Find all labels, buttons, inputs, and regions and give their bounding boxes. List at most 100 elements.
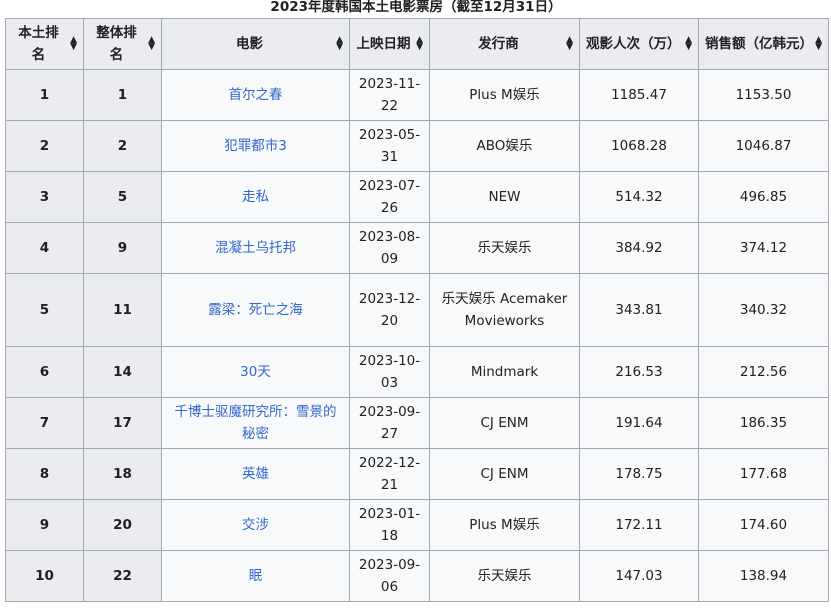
overall-rank: 5 [83,171,162,223]
admissions: 384.92 [579,222,699,274]
sort-icon[interactable]: ▲ ▼ [336,36,343,52]
admissions: 1068.28 [579,120,699,172]
domestic-rank: 7 [5,397,84,449]
domestic-rank: 4 [5,222,84,274]
distributor: NEW [429,171,580,223]
sales: 186.35 [698,397,829,449]
film-link[interactable]: 交涉 [242,517,269,533]
table-row: 5 11 露梁：死亡之海 2023-12-20 乐天娱乐 Acemaker Mo… [5,273,829,347]
header-label: 本土排名 [18,25,59,63]
overall-rank: 18 [83,448,162,500]
release-date: 2023-09-06 [349,550,430,602]
header-label: 整体排名 [96,25,137,63]
admissions: 178.75 [579,448,699,500]
sort-icon[interactable]: ▲ ▼ [148,36,155,52]
header-label: 上映日期 [356,36,411,52]
overall-rank: 14 [83,346,162,398]
film-link[interactable]: 露梁：死亡之海 [208,302,303,318]
table-caption: 2023年度韩国本土电影票房（截至12月31日） [270,0,562,15]
distributor: ABO娱乐 [429,120,580,172]
sales: 1153.50 [698,69,829,121]
header-label: 观影人次（万） [586,36,681,52]
admissions: 343.81 [579,273,699,347]
header-label: 发行商 [478,36,519,52]
film-link[interactable]: 英雄 [242,466,269,482]
column-header[interactable]: 销售额（亿韩元） ▲ ▼ [698,18,829,70]
release-date: 2023-08-09 [349,222,430,274]
admissions: 514.32 [579,171,699,223]
distributor: Plus M娱乐 [429,69,580,121]
column-header[interactable]: 上映日期 ▲ ▼ [349,18,430,70]
release-date: 2023-10-03 [349,346,430,398]
table-row: 2 2 犯罪都市3 2023-05-31 ABO娱乐 1068.28 1046.… [5,120,829,172]
admissions: 147.03 [579,550,699,602]
sales: 1046.87 [698,120,829,172]
table-row: 9 20 交涉 2023-01-18 Plus M娱乐 172.11 174.6… [5,499,829,551]
film-link[interactable]: 首尔之春 [229,87,283,103]
box-office-table: 本土排名 ▲ ▼ 整体排名 ▲ ▼ 电影 ▲ ▼ 上映日期 ▲ ▼ 发行商 ▲ ▼ 观影人次（万） ▲ ▼ 销售额（… [5,18,829,602]
domestic-rank: 3 [5,171,84,223]
domestic-rank: 9 [5,499,84,551]
sales: 174.60 [698,499,829,551]
overall-rank: 9 [83,222,162,274]
overall-rank: 1 [83,69,162,121]
column-header[interactable]: 观影人次（万） ▲ ▼ [579,18,699,70]
distributor: Plus M娱乐 [429,499,580,551]
distributor: 乐天娱乐 [429,550,580,602]
table-row: 6 14 30天 2023-10-03 Mindmark 216.53 212.… [5,346,829,398]
film-link[interactable]: 千博士驱魔研究所：雪景的秘密 [175,404,337,442]
distributor: CJ ENM [429,448,580,500]
table-row: 4 9 混凝土乌托邦 2023-08-09 乐天娱乐 384.92 374.12 [5,222,829,274]
distributor: Mindmark [429,346,580,398]
sort-icon[interactable]: ▲ ▼ [566,36,573,52]
release-date: 2023-09-27 [349,397,430,449]
sales: 138.94 [698,550,829,602]
overall-rank: 11 [83,273,162,347]
distributor: CJ ENM [429,397,580,449]
film-link[interactable]: 混凝土乌托邦 [215,240,296,256]
release-date: 2023-07-26 [349,171,430,223]
overall-rank: 2 [83,120,162,172]
admissions: 191.64 [579,397,699,449]
distributor: 乐天娱乐 Acemaker Movieworks [429,273,580,347]
film-link[interactable]: 30天 [240,364,271,380]
sort-icon[interactable]: ▲ ▼ [70,36,77,52]
domestic-rank: 5 [5,273,84,347]
column-header[interactable]: 电影 ▲ ▼ [161,18,350,70]
admissions: 172.11 [579,499,699,551]
sort-icon[interactable]: ▲ ▼ [815,36,822,52]
admissions: 216.53 [579,346,699,398]
column-header[interactable]: 整体排名 ▲ ▼ [83,18,162,70]
table-row: 3 5 走私 2023-07-26 NEW 514.32 496.85 [5,171,829,223]
release-date: 2023-05-31 [349,120,430,172]
domestic-rank: 8 [5,448,84,500]
release-date: 2023-12-20 [349,273,430,347]
release-date: 2023-11-22 [349,69,430,121]
sort-icon[interactable]: ▲ ▼ [685,36,692,52]
sales: 177.68 [698,448,829,500]
header-label: 销售额（亿韩元） [705,36,813,52]
film-link[interactable]: 眠 [249,568,263,584]
admissions: 1185.47 [579,69,699,121]
overall-rank: 22 [83,550,162,602]
column-header[interactable]: 本土排名 ▲ ▼ [5,18,84,70]
sort-icon[interactable]: ▲ ▼ [416,36,423,52]
table-row: 1 1 首尔之春 2023-11-22 Plus M娱乐 1185.47 115… [5,69,829,121]
film-link[interactable]: 犯罪都市3 [224,138,287,154]
release-date: 2022-12-21 [349,448,430,500]
table-row: 10 22 眠 2023-09-06 乐天娱乐 147.03 138.94 [5,550,829,602]
domestic-rank: 6 [5,346,84,398]
domestic-rank: 1 [5,69,84,121]
table-row: 8 18 英雄 2022-12-21 CJ ENM 178.75 177.68 [5,448,829,500]
domestic-rank: 2 [5,120,84,172]
sales: 496.85 [698,171,829,223]
column-header[interactable]: 发行商 ▲ ▼ [429,18,580,70]
header-label: 电影 [236,36,263,52]
distributor: 乐天娱乐 [429,222,580,274]
domestic-rank: 10 [5,550,84,602]
film-link[interactable]: 走私 [242,189,269,205]
sales: 374.12 [698,222,829,274]
overall-rank: 17 [83,397,162,449]
release-date: 2023-01-18 [349,499,430,551]
sales: 212.56 [698,346,829,398]
